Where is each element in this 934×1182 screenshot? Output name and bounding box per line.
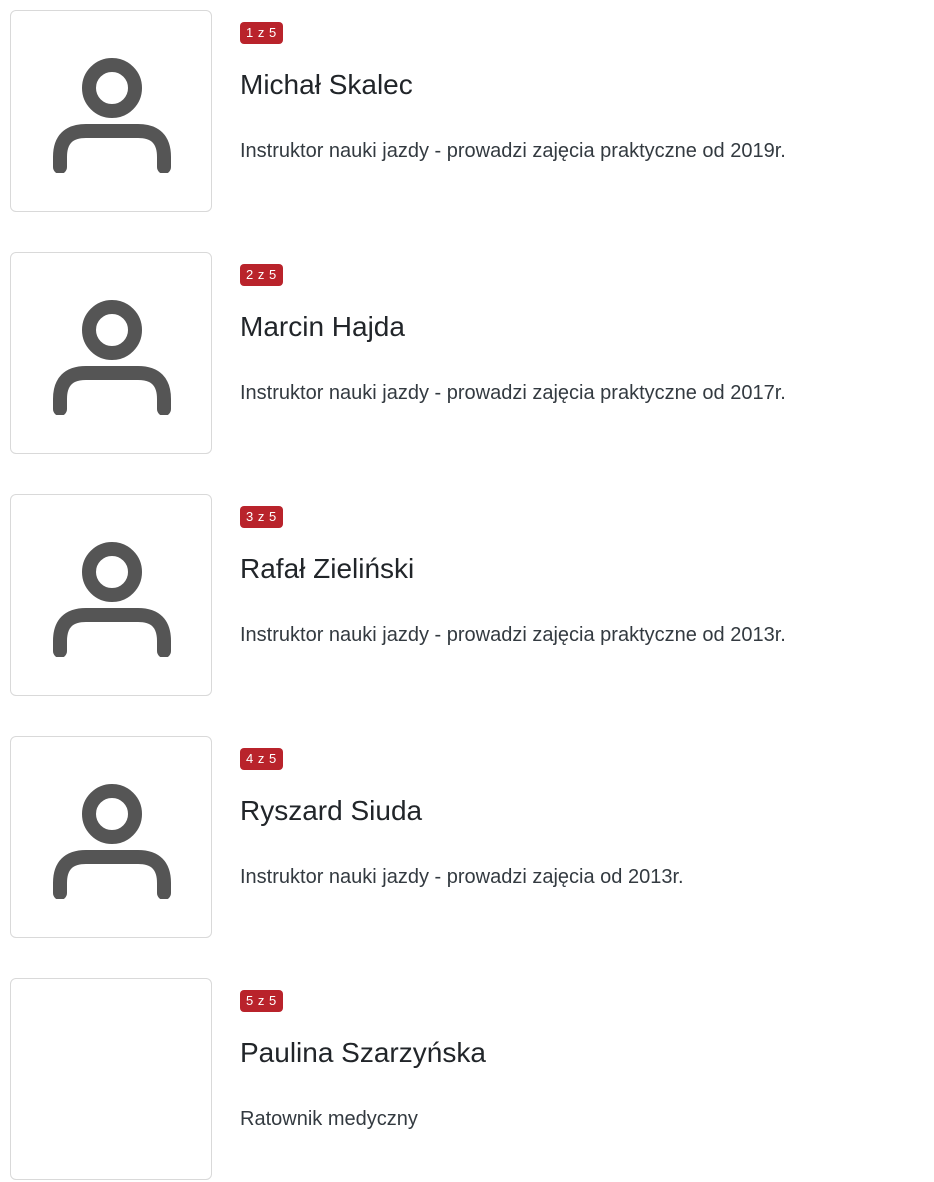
user-icon <box>53 300 171 415</box>
user-icon <box>53 58 171 173</box>
instructor-name: Rafał Zieliński <box>240 553 415 584</box>
instructor-card: 4 z 5 Ryszard Siuda Instruktor nauki jaz… <box>0 736 934 940</box>
position-badge: 2 z 5 <box>240 264 283 286</box>
instructor-name: Ryszard Siuda <box>240 795 423 826</box>
instructor-card: 5 z 5 Paulina Szarzyńska Ratownik medycz… <box>0 978 934 1182</box>
avatar <box>10 252 212 454</box>
position-badge: 5 z 5 <box>240 990 283 1012</box>
instructor-card: 1 z 5 Michał Skalec Instruktor nauki jaz… <box>0 10 934 214</box>
instructor-description: Instruktor nauki jazdy - prowadzi zajęci… <box>240 140 786 162</box>
avatar <box>10 10 212 212</box>
instructor-name: Paulina Szarzyńska <box>240 1037 486 1068</box>
position-badge: 4 z 5 <box>240 748 283 770</box>
position-badge: 3 z 5 <box>240 506 283 528</box>
instructor-description: Instruktor nauki jazdy - prowadzi zajęci… <box>240 382 786 404</box>
instructor-name: Michał Skalec <box>240 69 413 100</box>
instructor-description: Ratownik medyczny <box>240 1108 418 1130</box>
user-icon <box>53 784 171 899</box>
avatar <box>10 494 212 696</box>
instructor-card: 3 z 5 Rafał Zieliński Instruktor nauki j… <box>0 494 934 698</box>
instructor-description: Instruktor nauki jazdy - prowadzi zajęci… <box>240 866 684 888</box>
user-icon <box>53 542 171 657</box>
position-badge: 1 z 5 <box>240 22 283 44</box>
instructor-card: 2 z 5 Marcin Hajda Instruktor nauki jazd… <box>0 252 934 456</box>
instructor-description: Instruktor nauki jazdy - prowadzi zajęci… <box>240 624 786 646</box>
avatar-placeholder <box>10 978 212 1180</box>
instructor-name: Marcin Hajda <box>240 311 405 342</box>
avatar <box>10 736 212 938</box>
